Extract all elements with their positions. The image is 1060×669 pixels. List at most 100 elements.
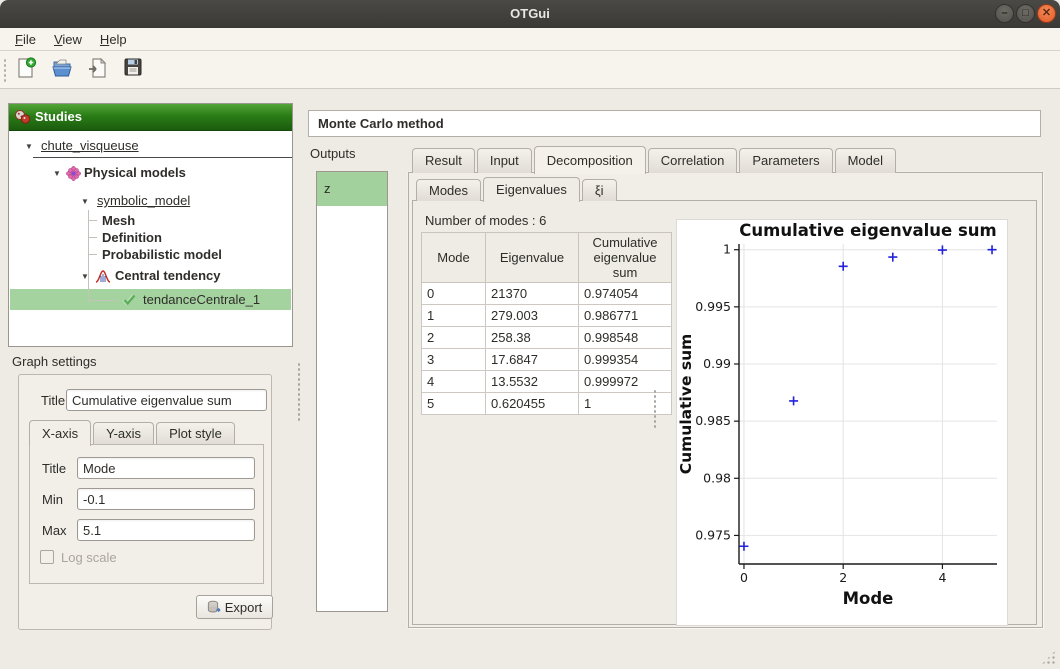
- modes-count-text: Number of modes : 6: [425, 213, 546, 228]
- log-scale-checkbox[interactable]: [40, 550, 54, 564]
- table-row: 50.6204551: [422, 393, 672, 415]
- axis-tabs: X-axis Y-axis Plot style: [29, 419, 237, 445]
- svg-text:0.985: 0.985: [695, 413, 731, 428]
- table-cell: 3: [422, 349, 486, 371]
- toolbar: [0, 51, 1060, 89]
- studies-panel-header: Studies: [9, 104, 292, 131]
- expand-arrow-icon[interactable]: ▼: [25, 138, 33, 156]
- table-row: 413.55320.999972: [422, 371, 672, 393]
- vertical-splitter-handle[interactable]: [297, 362, 302, 422]
- svg-text:0.98: 0.98: [703, 470, 731, 485]
- new-study-icon: [14, 56, 38, 80]
- table-cell: 0.998548: [579, 327, 672, 349]
- new-study-button[interactable]: [14, 56, 40, 82]
- graph-title-input[interactable]: [66, 389, 267, 411]
- graph-settings-box: Title X-axis Y-axis Plot style Title Min…: [18, 374, 272, 630]
- svg-text:0.995: 0.995: [695, 299, 731, 314]
- tab-modes[interactable]: Modes: [416, 179, 481, 201]
- x-axis-settings-panel: Title Min Max Log scale: [29, 444, 264, 584]
- menu-help[interactable]: Help: [91, 30, 136, 49]
- table-cell: 21370: [486, 283, 579, 305]
- table-row: 1279.0030.986771: [422, 305, 672, 327]
- table-cell: 4: [422, 371, 486, 393]
- otgui-window: OTGui – □ ✕ File View Help: [0, 0, 1060, 669]
- import-python-button[interactable]: [86, 56, 112, 82]
- studies-panel: Studies ▼ chute_visqueuse ▼ Physical mod…: [8, 103, 293, 347]
- col-header-eigenvalue: Eigenvalue: [486, 233, 579, 283]
- log-scale-label: Log scale: [61, 550, 117, 565]
- titlebar[interactable]: OTGui – □ ✕: [0, 0, 1060, 28]
- x-min-input[interactable]: [77, 488, 255, 510]
- table-cell: 0.999354: [579, 349, 672, 371]
- studies-panel-title: Studies: [35, 109, 82, 124]
- tab-eigenvalues[interactable]: Eigenvalues: [483, 177, 580, 202]
- maximize-button[interactable]: □: [1016, 4, 1035, 23]
- graph-settings-title: Graph settings: [12, 354, 97, 369]
- export-button-label: Export: [225, 600, 263, 615]
- x-max-label: Max: [42, 523, 67, 538]
- tab-x-axis[interactable]: X-axis: [29, 420, 91, 446]
- table-plot-splitter-handle[interactable]: [653, 389, 658, 429]
- table-cell: 13.5532: [486, 371, 579, 393]
- tree-item-label: Probabilistic model: [102, 246, 222, 264]
- eigenvalues-table: Mode Eigenvalue Cumulative eigenvalue su…: [421, 232, 672, 415]
- tab-correlation[interactable]: Correlation: [648, 148, 738, 173]
- tab-xi[interactable]: ξi: [582, 179, 617, 201]
- svg-text:0.975: 0.975: [695, 527, 731, 542]
- table-cell: 0.974054: [579, 283, 672, 305]
- analysis-check-icon: [121, 293, 136, 306]
- expand-arrow-icon[interactable]: ▼: [81, 268, 89, 286]
- table-row: 317.68470.999354: [422, 349, 672, 371]
- tree-item-label: Definition: [102, 229, 162, 247]
- col-header-mode: Mode: [422, 233, 486, 283]
- table-cell: 258.38: [486, 327, 579, 349]
- table-row: 0213700.974054: [422, 283, 672, 305]
- close-button[interactable]: ✕: [1037, 4, 1056, 23]
- window-title: OTGui: [0, 0, 1060, 28]
- svg-text:Cumulative eigenvalue sum: Cumulative eigenvalue sum: [739, 221, 996, 240]
- svg-text:0.99: 0.99: [703, 356, 731, 371]
- window-resize-grip[interactable]: [1041, 650, 1056, 665]
- tree-connector-line: [88, 210, 89, 302]
- x-title-label: Title: [42, 461, 66, 476]
- table-cell: 279.003: [486, 305, 579, 327]
- svg-text:2: 2: [839, 570, 847, 585]
- tab-decomposition[interactable]: Decomposition: [534, 146, 646, 174]
- save-button[interactable]: [122, 56, 148, 82]
- table-cell: 2: [422, 327, 486, 349]
- expand-arrow-icon[interactable]: ▼: [53, 165, 61, 183]
- table-header-row: Mode Eigenvalue Cumulative eigenvalue su…: [422, 233, 672, 283]
- x-max-input[interactable]: [77, 519, 255, 541]
- outputs-label: Outputs: [310, 146, 356, 161]
- save-icon: [122, 56, 144, 78]
- tree-item-label: symbolic_model: [97, 192, 190, 210]
- toolbar-drag-handle[interactable]: [3, 58, 8, 84]
- x-min-label: Min: [42, 492, 63, 507]
- x-title-input[interactable]: [77, 457, 255, 479]
- tree-connector-stub: [89, 237, 97, 238]
- svg-text:4: 4: [938, 570, 946, 585]
- expand-arrow-icon[interactable]: ▼: [81, 193, 89, 211]
- svg-text:1: 1: [723, 242, 731, 257]
- analysis-method-header: Monte Carlo method: [308, 110, 1041, 137]
- graph-title-label: Title: [41, 393, 65, 408]
- tab-input[interactable]: Input: [477, 148, 532, 173]
- tab-y-axis[interactable]: Y-axis: [93, 422, 154, 445]
- export-button[interactable]: Export: [196, 595, 273, 619]
- tab-result[interactable]: Result: [412, 148, 475, 173]
- menu-view[interactable]: View: [45, 30, 91, 49]
- tab-parameters[interactable]: Parameters: [739, 148, 832, 173]
- studies-icon: [14, 109, 32, 125]
- open-study-button[interactable]: [50, 56, 76, 82]
- table-row: 2258.380.998548: [422, 327, 672, 349]
- tab-plot-style[interactable]: Plot style: [156, 422, 235, 445]
- minimize-button[interactable]: –: [995, 4, 1014, 23]
- tree-connector-stub: [89, 300, 117, 301]
- tab-model[interactable]: Model: [835, 148, 896, 173]
- table-cell: 1: [422, 305, 486, 327]
- central-tendency-icon: [95, 269, 111, 283]
- tree-item-label: chute_visqueuse: [41, 137, 139, 155]
- output-item-z[interactable]: z: [317, 172, 387, 206]
- tree-item-label: Mesh: [102, 212, 135, 230]
- menu-file[interactable]: File: [6, 30, 45, 49]
